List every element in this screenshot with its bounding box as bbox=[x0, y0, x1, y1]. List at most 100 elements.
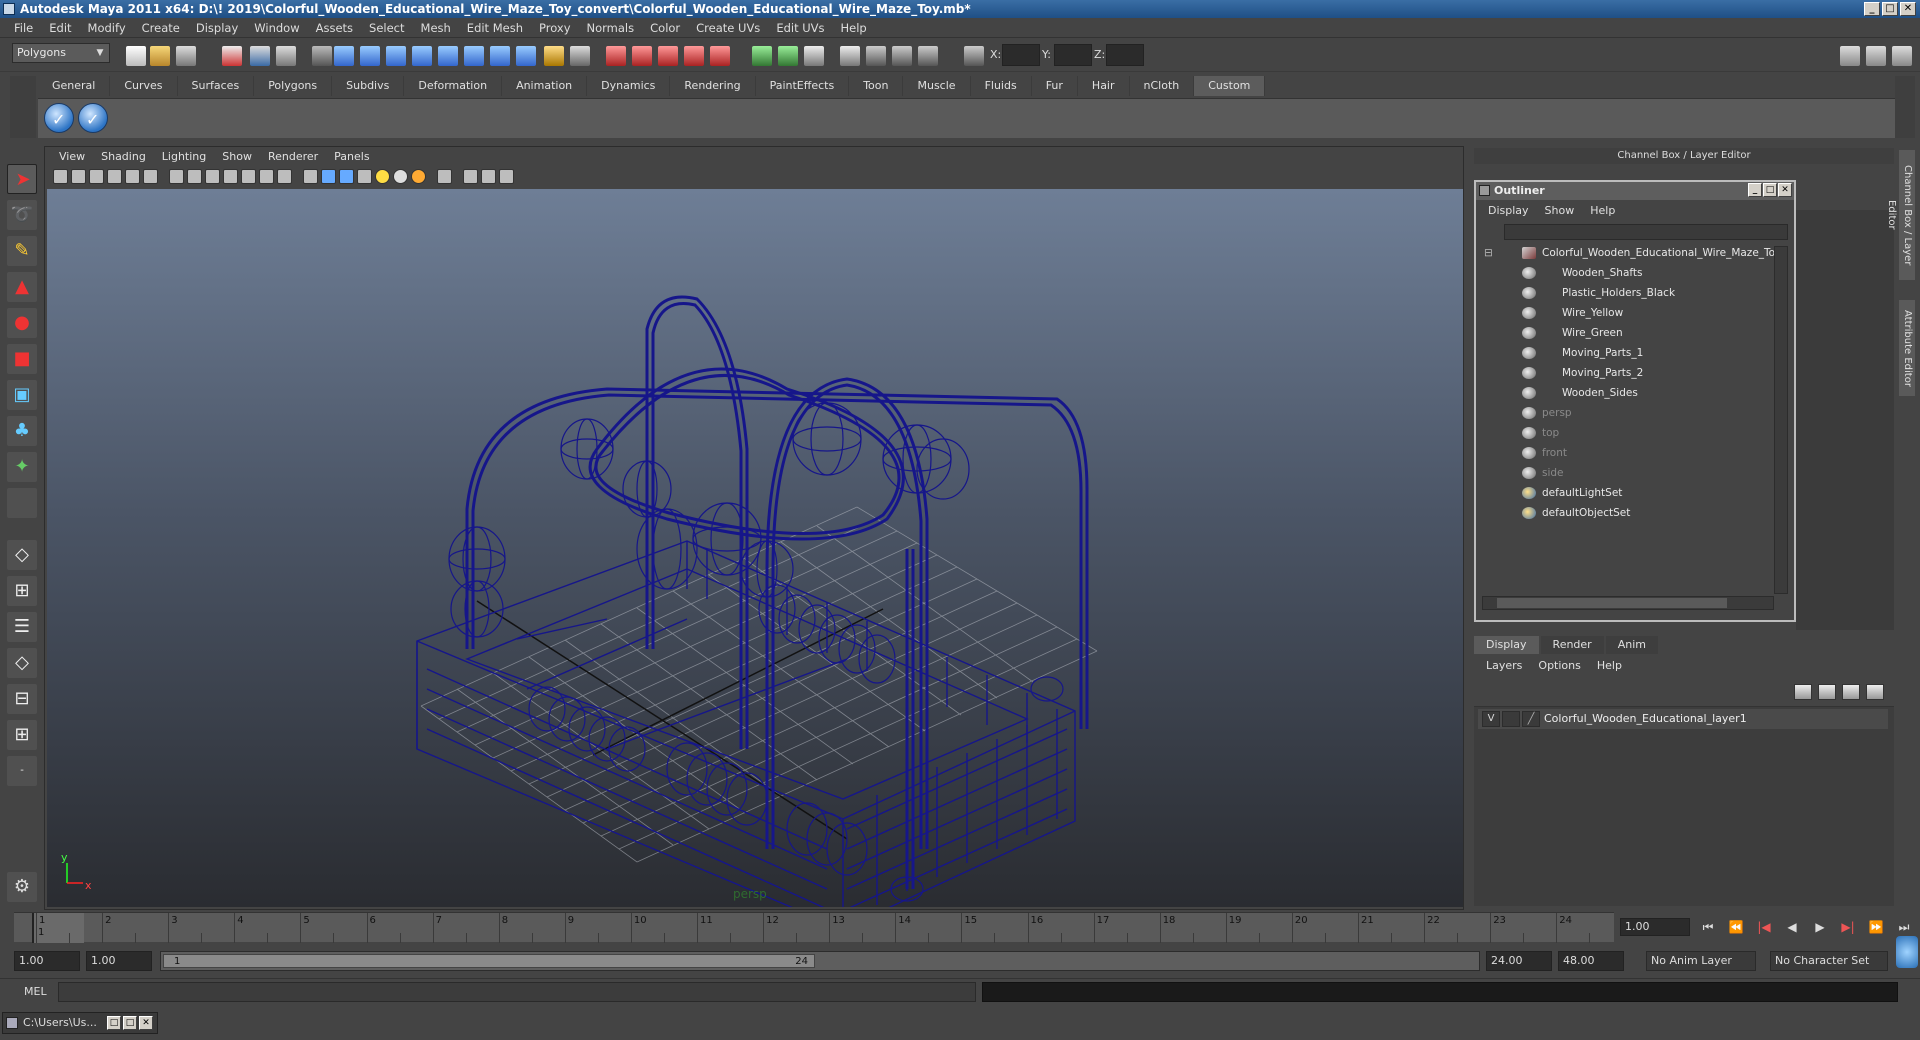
menu-create-uvs[interactable]: Create UVs bbox=[688, 18, 768, 38]
side-tab-channel-box[interactable]: Channel Box / Layer Editor bbox=[1886, 150, 1915, 280]
shelf-tab-general[interactable]: General bbox=[38, 76, 111, 96]
menu-edit[interactable]: Edit bbox=[41, 18, 79, 38]
camera-attributes-icon[interactable] bbox=[71, 169, 86, 184]
safe-title-icon[interactable] bbox=[277, 169, 292, 184]
outliner-menu-help[interactable]: Help bbox=[1582, 202, 1623, 220]
x-field[interactable] bbox=[1002, 44, 1040, 66]
render-view-icon[interactable] bbox=[840, 46, 860, 66]
range-slider-track[interactable]: 1 24 bbox=[160, 951, 1480, 971]
shelf-tab-dynamics[interactable]: Dynamics bbox=[587, 76, 671, 96]
open-scene-icon[interactable] bbox=[150, 46, 170, 66]
layout-single-pane[interactable]: ◇ bbox=[7, 540, 37, 570]
ipr-render-icon[interactable] bbox=[892, 46, 912, 66]
restore-button[interactable]: □ bbox=[107, 1016, 121, 1030]
toggle-attribute-editor-icon[interactable] bbox=[1840, 46, 1860, 66]
custom-shelf-button-1[interactable]: ✓ bbox=[44, 103, 74, 133]
wireframe-on-shaded-icon[interactable] bbox=[339, 169, 354, 184]
scale-tool[interactable]: ■ bbox=[7, 344, 37, 374]
grease-pencil-icon[interactable] bbox=[143, 169, 158, 184]
create-empty-layer-icon[interactable] bbox=[1842, 684, 1860, 700]
xray-icon[interactable] bbox=[463, 169, 478, 184]
custom-shelf-button-2[interactable]: ✓ bbox=[78, 103, 108, 133]
scrollbar-thumb[interactable] bbox=[1497, 598, 1727, 608]
outliner-menu-show[interactable]: Show bbox=[1537, 202, 1583, 220]
menu-display[interactable]: Display bbox=[188, 18, 246, 38]
select-rendering-icon[interactable] bbox=[490, 46, 510, 66]
command-input[interactable] bbox=[58, 982, 976, 1002]
film-gate-icon[interactable] bbox=[187, 169, 202, 184]
rotate-tool[interactable]: ● bbox=[7, 308, 37, 338]
shelf-menu-handle[interactable] bbox=[10, 76, 36, 138]
bookmarks-icon[interactable] bbox=[89, 169, 104, 184]
menu-help[interactable]: Help bbox=[833, 18, 875, 38]
outliner-item-wire-yellow[interactable]: Wire_Yellow bbox=[1562, 304, 1623, 322]
last-tool-slot[interactable] bbox=[7, 488, 37, 518]
shelf-tab-muscle[interactable]: Muscle bbox=[903, 76, 971, 96]
shelf-tab-rendering[interactable]: Rendering bbox=[670, 76, 756, 96]
select-misc-icon[interactable] bbox=[516, 46, 536, 66]
outliner-item-default-object-set[interactable]: defaultObjectSet bbox=[1542, 504, 1630, 522]
go-to-end-button[interactable]: ⏭ bbox=[1892, 917, 1916, 937]
menu-modify[interactable]: Modify bbox=[80, 18, 134, 38]
layer-menu-layers[interactable]: Layers bbox=[1478, 656, 1530, 676]
shelf-tab-polygons[interactable]: Polygons bbox=[254, 76, 333, 96]
move-layer-up-icon[interactable] bbox=[1794, 684, 1812, 700]
outliner-filter-field[interactable] bbox=[1504, 224, 1788, 240]
make-live-icon[interactable] bbox=[710, 46, 730, 66]
anim-layer-dropdown[interactable]: No Anim Layer bbox=[1646, 951, 1756, 971]
close-button[interactable]: ✕ bbox=[139, 1016, 153, 1030]
image-plane-icon[interactable] bbox=[107, 169, 122, 184]
layer-menu-help[interactable]: Help bbox=[1589, 656, 1630, 676]
menu-window[interactable]: Window bbox=[246, 18, 307, 38]
select-hierarchy-icon[interactable] bbox=[222, 46, 242, 66]
field-chart-icon[interactable] bbox=[241, 169, 256, 184]
select-deformers-icon[interactable] bbox=[438, 46, 458, 66]
outliner-menu-display[interactable]: Display bbox=[1480, 202, 1537, 220]
menu-assets[interactable]: Assets bbox=[308, 18, 361, 38]
create-layer-from-selected-icon[interactable] bbox=[1866, 684, 1884, 700]
time-slider[interactable]: 1 1 2 3 4 5 6 7 8 9 10 11 12 13 14 15 16 17 18 19 20 21 22 23 2… bbox=[14, 912, 1614, 943]
viewport-menu-show[interactable]: Show bbox=[214, 147, 260, 167]
menu-mesh[interactable]: Mesh bbox=[413, 18, 459, 38]
snap-curve-icon[interactable] bbox=[632, 46, 652, 66]
z-field[interactable] bbox=[1106, 44, 1144, 66]
go-to-start-button[interactable]: ⏮ bbox=[1696, 917, 1720, 937]
playback-end-field[interactable]: 24.00 bbox=[1486, 951, 1552, 971]
outliner-item-root[interactable]: Colorful_Wooden_Educational_Wire_Maze_To… bbox=[1542, 244, 1781, 262]
layer-color-swatch[interactable]: ╱ bbox=[1522, 711, 1540, 727]
shelf-tab-surfaces[interactable]: Surfaces bbox=[178, 76, 255, 96]
layer-tab-anim[interactable]: Anim bbox=[1605, 636, 1658, 654]
outliner-minimize-button[interactable]: _ bbox=[1748, 183, 1762, 197]
menu-edit-uvs[interactable]: Edit UVs bbox=[768, 18, 832, 38]
outliner-item-persp[interactable]: persp bbox=[1542, 404, 1572, 422]
resolution-gate-icon[interactable] bbox=[205, 169, 220, 184]
layer-tab-display[interactable]: Display bbox=[1474, 636, 1539, 654]
snap-view-plane-icon[interactable] bbox=[684, 46, 704, 66]
outliner-item-moving-parts-1[interactable]: Moving_Parts_1 bbox=[1562, 344, 1643, 362]
xray-joints-icon[interactable] bbox=[481, 169, 496, 184]
shelf-scroll[interactable] bbox=[1895, 76, 1915, 138]
close-button[interactable]: ✕ bbox=[1900, 2, 1916, 16]
outliner-item-wooden-sides[interactable]: Wooden_Sides bbox=[1562, 384, 1638, 402]
menu-file[interactable]: File bbox=[6, 18, 41, 38]
outliner-item-top[interactable]: top bbox=[1542, 424, 1559, 442]
high-quality-icon[interactable] bbox=[411, 169, 426, 184]
maximize-button[interactable]: □ bbox=[123, 1016, 137, 1030]
layout-graph-persp[interactable]: ◇ bbox=[7, 648, 37, 678]
lock-selection-icon[interactable] bbox=[544, 46, 564, 66]
soft-modification-tool[interactable]: ♣ bbox=[7, 416, 37, 446]
outliner-item-wooden-shafts[interactable]: Wooden_Shafts bbox=[1562, 264, 1643, 282]
mask-dropdown-icon[interactable] bbox=[312, 46, 332, 66]
save-scene-icon[interactable] bbox=[176, 46, 196, 66]
select-component-icon[interactable] bbox=[276, 46, 296, 66]
range-slider-handle[interactable]: 1 24 bbox=[163, 954, 815, 968]
menu-color[interactable]: Color bbox=[642, 18, 688, 38]
render-settings-icon[interactable] bbox=[918, 46, 938, 66]
shelf-tab-custom[interactable]: Custom bbox=[1194, 76, 1266, 96]
snap-grid-icon[interactable] bbox=[606, 46, 626, 66]
perspective-viewport[interactable]: y x persp bbox=[47, 189, 1463, 907]
share-icon[interactable] bbox=[499, 169, 514, 184]
shelf-tab-fur[interactable]: Fur bbox=[1032, 76, 1078, 96]
isolate-select-icon[interactable] bbox=[437, 169, 452, 184]
universal-manipulator-tool[interactable]: ▣ bbox=[7, 380, 37, 410]
